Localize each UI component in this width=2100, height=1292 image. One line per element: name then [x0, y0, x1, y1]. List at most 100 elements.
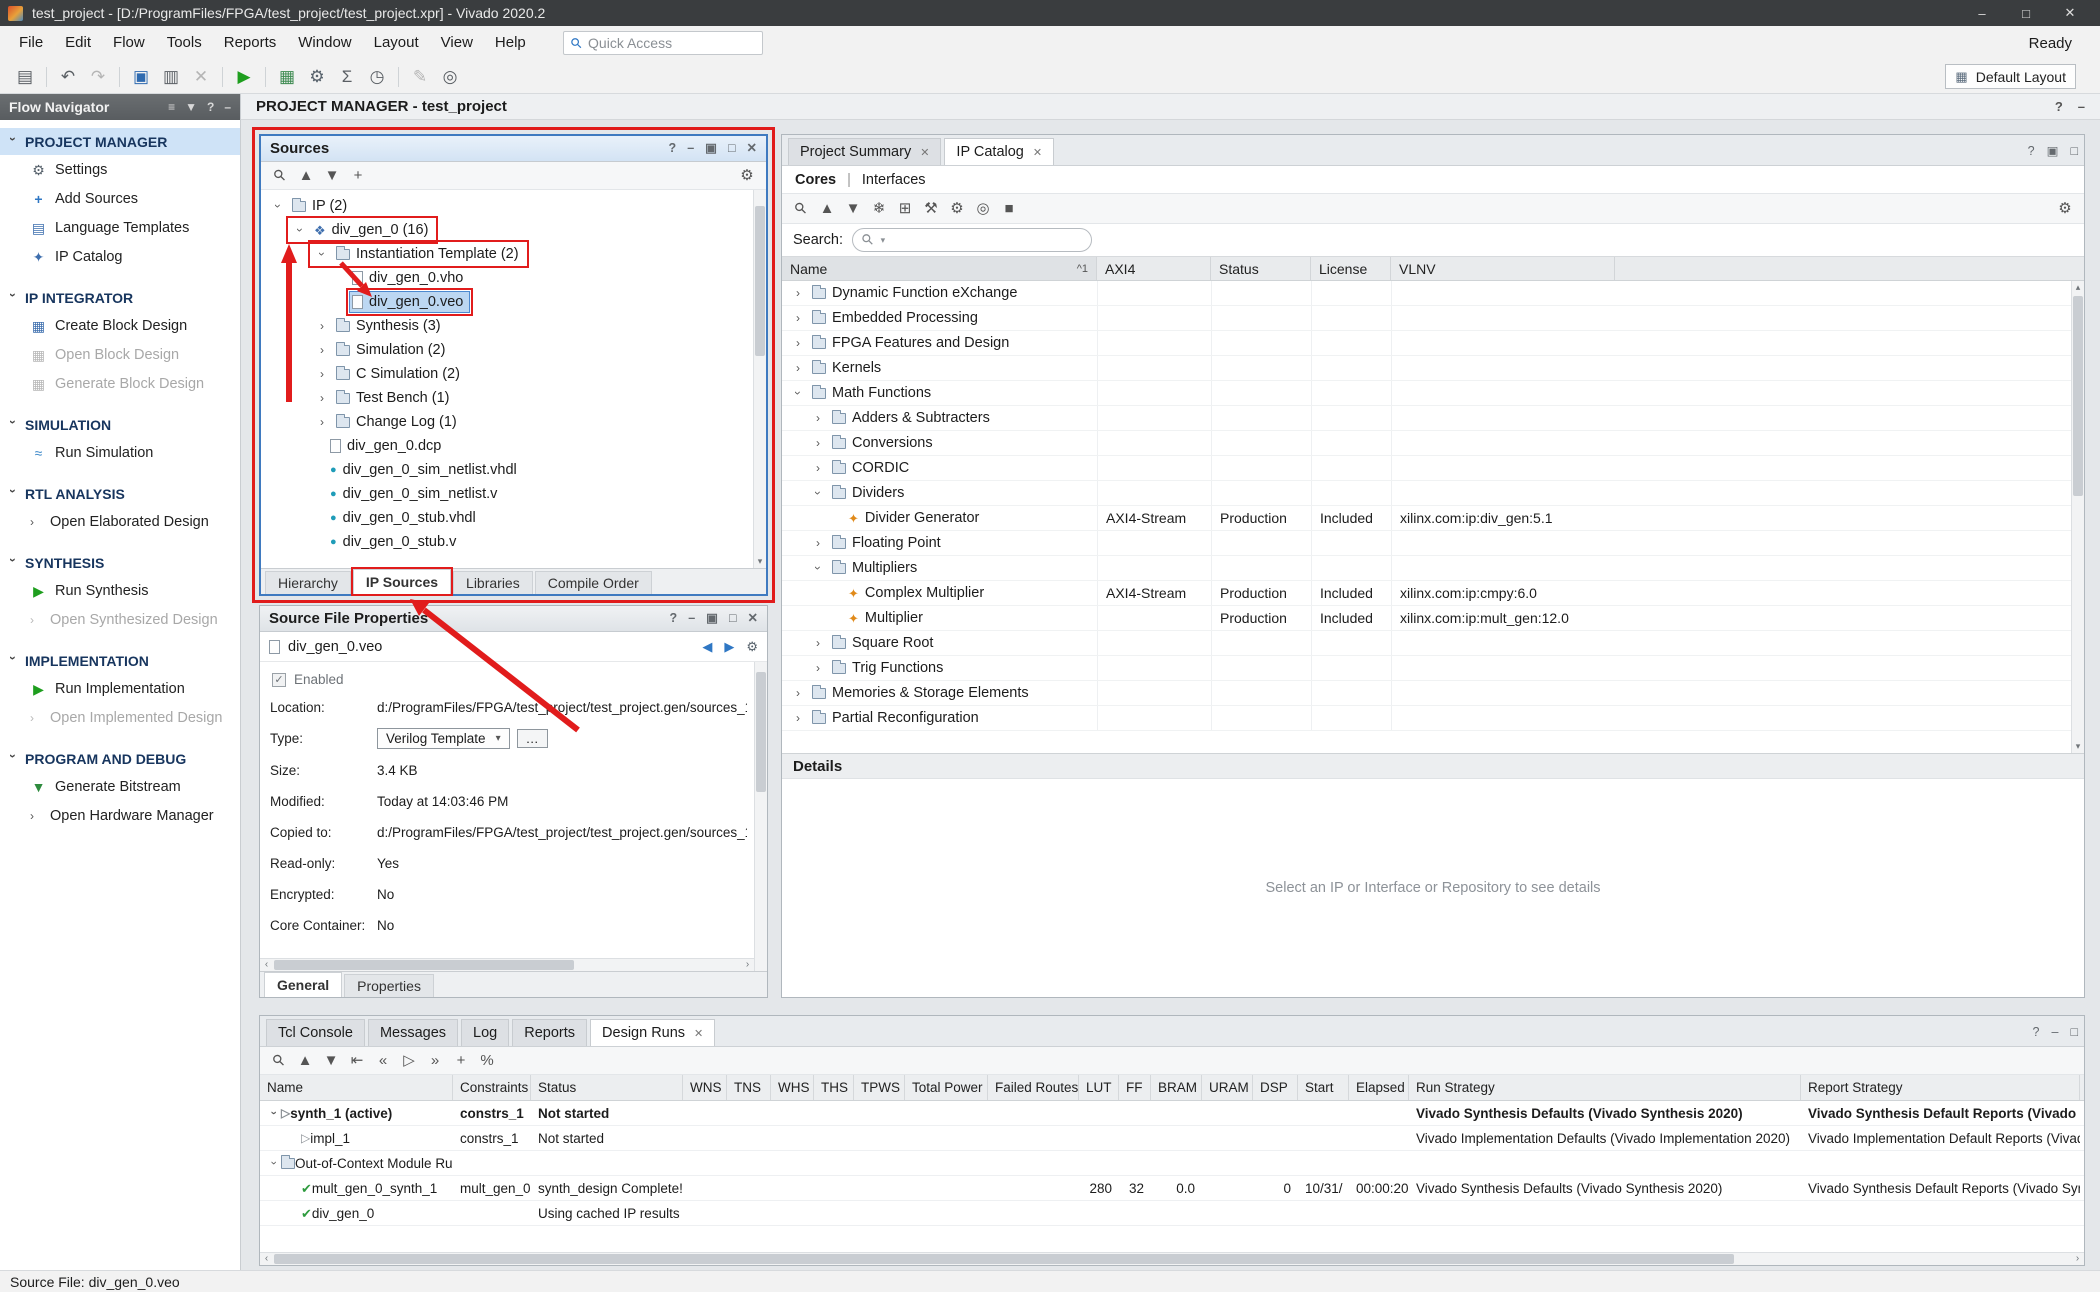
flow-item-run-simulation[interactable]: ≈Run Simulation [0, 438, 240, 467]
runs-horizontal-scrollbar[interactable]: ‹ › [260, 1252, 2084, 1265]
runs-column-header-uram[interactable]: URAM [1202, 1075, 1253, 1100]
expander-open-icon[interactable]: › [268, 1156, 280, 1171]
bottom-tab-design-runs[interactable]: Design Runs✕ [590, 1019, 715, 1046]
expander-open-icon[interactable]: › [293, 222, 307, 238]
tree-item-test-bench-1[interactable]: ›Test Bench (1) [261, 386, 766, 410]
expander-open-icon[interactable]: › [811, 560, 825, 576]
runs-column-header-total-power[interactable]: Total Power [905, 1075, 988, 1100]
tree-item-div-gen-0-stub-vhdl[interactable]: ●div_gen_0_stub.vhdl [261, 506, 766, 530]
expander-closed-icon[interactable]: › [810, 436, 826, 450]
bottom-tab-log[interactable]: Log [461, 1019, 509, 1046]
expander-closed-icon[interactable]: › [810, 636, 826, 650]
runs-column-header-elapsed[interactable]: Elapsed [1349, 1075, 1409, 1100]
flow-section-header-ip-integrator[interactable]: ›IP INTEGRATOR [0, 284, 240, 311]
flow-item-generate-block-design[interactable]: ▦Generate Block Design [0, 369, 240, 398]
expander-closed-icon[interactable]: › [810, 661, 826, 675]
catalog-subtab-cores[interactable]: Cores [795, 172, 836, 188]
run-row-out-of-context-module-runs[interactable]: ›Out-of-Context Module Runs [260, 1151, 2084, 1176]
maximize-button[interactable]: □ [2004, 0, 2048, 26]
flow-item-open-implemented-design[interactable]: ›Open Implemented Design [0, 703, 240, 732]
sources-tab-compile-order[interactable]: Compile Order [535, 571, 652, 594]
column-header-name[interactable]: Name^1 [782, 257, 1097, 280]
runs-column-header-report-strategy[interactable]: Report Strategy [1801, 1075, 2080, 1100]
expander-closed-icon[interactable]: › [314, 343, 330, 357]
tree-item-simulation-2[interactable]: ›Simulation (2) [261, 338, 766, 362]
flow-item-create-block-design[interactable]: ▦Create Block Design [0, 311, 240, 340]
run-row-synth-1-active[interactable]: ›▷synth_1 (active)constrs_1Not startedVi… [260, 1101, 2084, 1126]
bottom-tab-reports[interactable]: Reports [512, 1019, 587, 1046]
expander-closed-icon[interactable]: › [790, 711, 806, 725]
sfp-panel-header[interactable]: Source File Properties ?–▣□✕ [260, 606, 767, 632]
catalog-row-multipliers[interactable]: ›Multipliers [782, 556, 2084, 581]
catalog-row-memories-storage-elements[interactable]: ›Memories & Storage Elements [782, 681, 2084, 706]
expander-open-icon[interactable]: › [791, 385, 805, 401]
scrollbar-thumb[interactable] [274, 1254, 1734, 1264]
runs-column-header-name[interactable]: Name [260, 1075, 453, 1100]
expander-closed-icon[interactable]: › [314, 319, 330, 333]
catalog-row-multiplier[interactable]: ✦MultiplierProductionIncludedxilinx.com:… [782, 606, 2084, 631]
expander-open-icon[interactable]: › [268, 1106, 280, 1121]
catalog-row-square-root[interactable]: ›Square Root [782, 631, 2084, 656]
scroll-left-icon[interactable]: ‹ [260, 1253, 273, 1266]
catalog-row-complex-multiplier[interactable]: ✦Complex MultiplierAXI4-StreamProduction… [782, 581, 2084, 606]
catalog-subtab-interfaces[interactable]: Interfaces [862, 172, 926, 188]
column-header-license[interactable]: License [1311, 257, 1391, 280]
flow-section-header-rtl-analysis[interactable]: ›RTL ANALYSIS [0, 480, 240, 507]
expander-closed-icon[interactable]: › [790, 336, 806, 350]
catalog-row-trig-functions[interactable]: ›Trig Functions [782, 656, 2084, 681]
close-icon[interactable]: ✕ [694, 1027, 703, 1040]
flow-section-header-project-manager[interactable]: ›PROJECT MANAGER [0, 128, 240, 155]
flow-item-open-elaborated-design[interactable]: ›Open Elaborated Design [0, 507, 240, 536]
scroll-down-icon[interactable]: ▾ [2072, 740, 2084, 753]
expander-closed-icon[interactable]: › [790, 686, 806, 700]
sources-panel-header[interactable]: Sources ?–▣□✕ [261, 136, 766, 162]
flow-item-add-sources[interactable]: +Add Sources [0, 184, 240, 213]
expander-closed-icon[interactable]: › [314, 415, 330, 429]
editor-tab-ip-catalog[interactable]: IP Catalog✕ [944, 138, 1054, 165]
runs-column-header-whs[interactable]: WHS [771, 1075, 814, 1100]
expander-closed-icon[interactable]: › [810, 411, 826, 425]
scrollbar-thumb[interactable] [274, 960, 574, 970]
scroll-right-icon[interactable]: › [2071, 1253, 2084, 1266]
catalog-row-dividers[interactable]: ›Dividers [782, 481, 2084, 506]
catalog-scrollbar[interactable]: ▴ ▾ [2071, 281, 2084, 753]
runs-column-header-constraints[interactable]: Constraints [453, 1075, 531, 1100]
sfp-horizontal-scrollbar[interactable]: ‹ › [260, 958, 754, 971]
expander-closed-icon[interactable]: › [810, 461, 826, 475]
editor-tab-project-summary[interactable]: Project Summary✕ [788, 138, 941, 165]
menu-file[interactable]: File [8, 26, 54, 60]
runs-column-header-run-strategy[interactable]: Run Strategy [1409, 1075, 1801, 1100]
tree-item-div-gen-0-dcp[interactable]: div_gen_0.dcp [261, 434, 766, 458]
runs-column-header-tpws[interactable]: TPWS [854, 1075, 905, 1100]
tree-item-div-gen-0-stub-v[interactable]: ●div_gen_0_stub.v [261, 530, 766, 554]
flow-section-header-program-and-debug[interactable]: ›PROGRAM AND DEBUG [0, 745, 240, 772]
expander-closed-icon[interactable]: › [790, 311, 806, 325]
catalog-search-input[interactable]: ⚲ ▾ [852, 228, 1092, 252]
runs-column-header-lut[interactable]: LUT [1079, 1075, 1119, 1100]
expander-closed-icon[interactable]: › [790, 286, 806, 300]
expander-closed-icon[interactable]: › [810, 536, 826, 550]
runs-column-header-failed-routes[interactable]: Failed Routes [988, 1075, 1079, 1100]
scroll-left-icon[interactable]: ‹ [260, 959, 273, 971]
menu-tools[interactable]: Tools [156, 26, 213, 60]
catalog-row-cordic[interactable]: ›CORDIC [782, 456, 2084, 481]
tree-item-div-gen-0-16[interactable]: ›❖div_gen_0 (16) [261, 218, 766, 242]
menu-view[interactable]: View [430, 26, 484, 60]
flow-item-ip-catalog[interactable]: ✦IP Catalog [0, 242, 240, 271]
sources-tab-hierarchy[interactable]: Hierarchy [265, 571, 351, 594]
runs-column-header-dsp[interactable]: DSP [1253, 1075, 1298, 1100]
sources-tab-ip-sources[interactable]: IP Sources [353, 569, 451, 594]
bottom-tab-messages[interactable]: Messages [368, 1019, 458, 1046]
type-select[interactable]: Verilog Template▾ [377, 728, 510, 749]
sources-tab-libraries[interactable]: Libraries [453, 571, 533, 594]
scroll-down-icon[interactable]: ▾ [754, 555, 766, 568]
type-more-button[interactable]: … [517, 729, 548, 748]
close-icon[interactable]: ✕ [1033, 146, 1042, 159]
tree-item-c-simulation-2[interactable]: ›C Simulation (2) [261, 362, 766, 386]
sfp-tab-properties[interactable]: Properties [344, 974, 434, 997]
flow-item-run-synthesis[interactable]: ▶Run Synthesis [0, 576, 240, 605]
runs-column-header-wns[interactable]: WNS [683, 1075, 727, 1100]
column-header-axi4[interactable]: AXI4 [1097, 257, 1211, 280]
enabled-checkbox[interactable]: ✓ [272, 673, 286, 687]
flow-item-open-hardware-manager[interactable]: ›Open Hardware Manager [0, 801, 240, 830]
